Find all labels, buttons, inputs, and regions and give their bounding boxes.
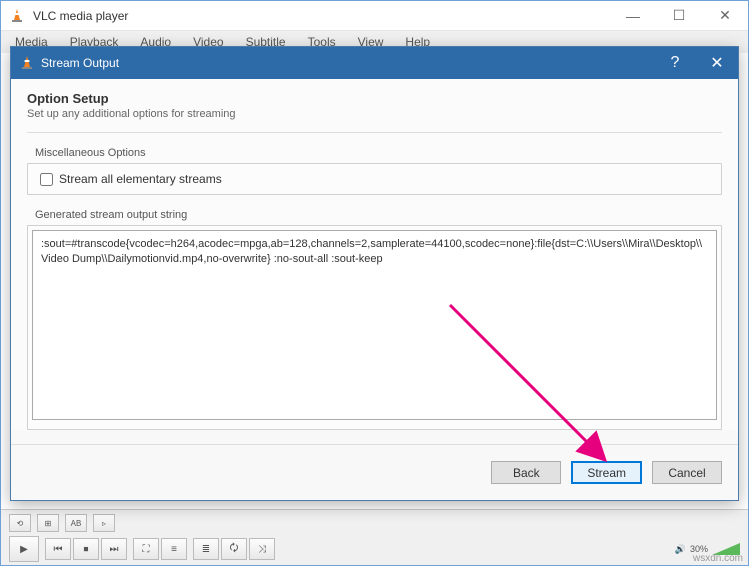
player-controls: ⟲ ⊞ AB ▹ ▶ ⏮ ⏹ ⏭ ⛶ ≡ ≣ 🗘 ⤨ 🔊: [1, 509, 748, 565]
player-small-btn-1[interactable]: ⟲: [9, 514, 31, 532]
stream-output-dialog: Stream Output ? ✕ Option Setup Set up an…: [10, 46, 739, 501]
loop-button[interactable]: 🗘: [221, 538, 247, 560]
watermark: wsxdn.com: [693, 553, 743, 564]
mute-icon[interactable]: 🔊: [675, 544, 686, 555]
dialog-close-button[interactable]: ✕: [696, 47, 738, 79]
stop-button[interactable]: ⏹: [73, 538, 99, 560]
option-heading: Option Setup: [27, 91, 722, 106]
dialog-title: Stream Output: [41, 56, 654, 70]
minimize-button[interactable]: —: [610, 1, 656, 31]
divider: [27, 132, 722, 133]
stream-button[interactable]: Stream: [571, 461, 642, 484]
fullscreen-button[interactable]: ⛶: [133, 538, 159, 560]
shuffle-button[interactable]: ⤨: [249, 538, 275, 560]
dialog-help-button[interactable]: ?: [654, 47, 696, 79]
main-title: VLC media player: [33, 9, 610, 23]
close-button[interactable]: ✕: [702, 1, 748, 31]
dialog-footer: Back Stream Cancel: [11, 444, 738, 500]
player-small-btn-3[interactable]: AB: [65, 514, 87, 532]
stream-all-checkbox[interactable]: [40, 173, 53, 186]
cancel-button[interactable]: Cancel: [652, 461, 722, 484]
misc-options-label: Miscellaneous Options: [27, 147, 722, 159]
player-small-btn-2[interactable]: ⊞: [37, 514, 59, 532]
output-string-textarea[interactable]: [32, 230, 717, 420]
player-small-btn-4[interactable]: ▹: [93, 514, 115, 532]
maximize-button[interactable]: ☐: [656, 1, 702, 31]
ext-settings-button[interactable]: ≡: [161, 538, 187, 560]
misc-options-group: Stream all elementary streams: [27, 163, 722, 195]
back-button[interactable]: Back: [491, 461, 561, 484]
stream-all-label: Stream all elementary streams: [59, 172, 222, 186]
play-button[interactable]: ▶: [9, 536, 39, 562]
stream-all-row[interactable]: Stream all elementary streams: [40, 172, 709, 186]
option-subheading: Set up any additional options for stream…: [27, 108, 722, 120]
dialog-titlebar: Stream Output ? ✕: [11, 47, 738, 79]
vlc-icon: [19, 55, 35, 71]
main-titlebar: VLC media player — ☐ ✕: [1, 1, 748, 31]
generated-string-group: [27, 225, 722, 430]
vlc-icon: [9, 8, 25, 24]
generated-string-label: Generated stream output string: [27, 209, 722, 221]
playlist-button[interactable]: ≣: [193, 538, 219, 560]
prev-button[interactable]: ⏮: [45, 538, 71, 560]
next-button[interactable]: ⏭: [101, 538, 127, 560]
